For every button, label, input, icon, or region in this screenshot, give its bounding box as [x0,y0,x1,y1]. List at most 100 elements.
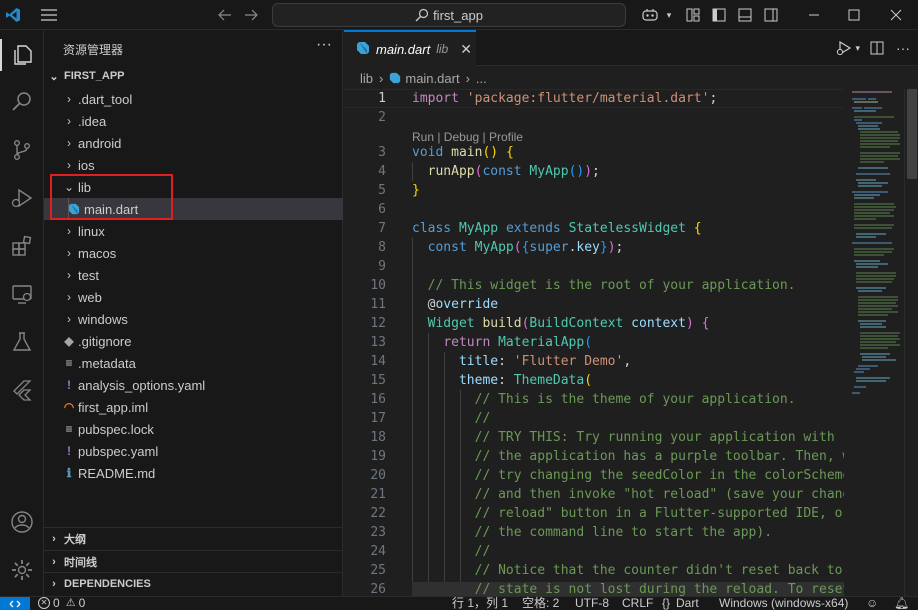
tree-item-first-app-iml[interactable]: ◠ first_app.iml [44,396,343,418]
title-bar: first_app ▾ [0,0,918,30]
tree-item-pubspec-yaml[interactable]: ! pubspec.yaml [44,440,343,462]
code-line: 2 [344,108,844,127]
run-debug-icon[interactable] [0,178,44,218]
dependencies-section-header[interactable]: › DEPENDENCIES [44,573,343,595]
toggle-secondary-sidebar-icon[interactable] [762,0,780,30]
chevron-right-icon: › [67,224,71,238]
tree-item-gitignore[interactable]: ◆ .gitignore [44,330,343,352]
line-ending[interactable]: CRLF [622,596,653,610]
editor-scrollbar[interactable] [904,89,918,596]
account-icon[interactable] [0,502,44,542]
back-arrow-icon[interactable] [215,0,235,30]
explorer-root-header[interactable]: ⌄ FIRST_APP [44,65,343,87]
encoding[interactable]: UTF-8 [575,596,609,610]
tree-item-pubspec-lock[interactable]: ≡ pubspec.lock [44,418,343,440]
chevron-right-icon: › [52,578,56,590]
code-line: 16 // This is the theme of your applicat… [344,390,844,409]
feedback-icon[interactable]: ☺ [866,596,878,610]
chevron-right-icon: › [67,290,71,304]
search-view-icon[interactable] [0,82,44,122]
tree-item-label: first_app.iml [78,399,149,415]
menu-icon[interactable] [38,0,60,30]
forward-arrow-icon[interactable] [241,0,261,30]
more-actions-icon[interactable]: ··· [316,36,332,54]
tree-item-label: linux [78,223,105,239]
flutter-device[interactable]: Windows (windows-x64) [719,596,848,610]
breadcrumb: lib › main.dart › ... [360,67,487,89]
scrollbar-thumb[interactable] [907,89,917,179]
tree-item-web[interactable]: › web [44,286,343,308]
split-editor-icon[interactable] [870,41,884,55]
minimap[interactable] [844,89,904,596]
code-line: 11 @override [344,295,844,314]
problems-indicator[interactable]: ✕ 0 ⚠ 0 [38,596,85,610]
more-actions-icon[interactable]: ··· [896,40,910,56]
codelens-run-debug-profile[interactable]: Run | Debug | Profile [412,130,523,144]
line-number: 10 [370,278,386,293]
tree-item-analysis-options-yaml[interactable]: ! analysis_options.yaml [44,374,343,396]
minimize-icon[interactable] [800,0,828,30]
tab-close-icon[interactable]: ✕ [460,41,472,58]
code-line: 10 // This widget is the root of your ap… [344,276,844,295]
maximize-icon[interactable] [840,0,868,30]
tree-item-macos[interactable]: › macos [44,242,343,264]
dart-file-icon [356,41,370,58]
tree-item-metadata[interactable]: ≡ .metadata [44,352,343,374]
code-line: 9 [344,257,844,276]
tree-item-ios[interactable]: › ios [44,154,343,176]
error-icon: ✕ [38,597,50,609]
breadcrumb-lib[interactable]: lib [360,71,373,86]
close-window-icon[interactable] [882,0,910,30]
notifications-bell-icon[interactable]: 🔔︎ [894,596,909,610]
highlight-box [50,174,173,220]
language-mode[interactable]: {} Dart [662,596,699,610]
line-number: 16 [370,392,386,407]
explorer-icon[interactable] [0,35,44,75]
breadcrumb-symbol[interactable]: ... [476,71,487,86]
source-control-icon[interactable] [0,130,44,170]
command-center-search[interactable]: first_app [272,3,626,27]
extensions-icon[interactable] [0,226,44,266]
line-number: 23 [370,525,386,540]
line-number: 20 [370,468,386,483]
editor-area: main.dart lib ✕ ▾ ··· lib › main.dart › … [344,30,918,596]
remote-explorer-icon[interactable] [0,274,44,314]
code-line: 25 // Notice that the counter didn't res… [344,561,844,580]
breadcrumb-separator-icon: › [379,70,384,86]
indentation[interactable]: 空格: 2 [522,596,559,610]
line-number: 3 [378,145,386,160]
breadcrumb-main-dart[interactable]: main.dart [405,71,459,86]
run-debug-menu-icon[interactable]: ▾ [836,40,860,56]
code-line: 18 // TRY THIS: Try running your applica… [344,428,850,447]
testing-icon[interactable] [0,322,44,362]
timeline-section-header[interactable]: › 时间线 [44,551,343,573]
cursor-position[interactable]: 行 1，列 1 [452,596,508,610]
flutter-icon[interactable] [0,370,44,410]
toggle-sidebar-icon[interactable] [710,0,728,30]
tree-item-idea[interactable]: › .idea [44,110,343,132]
toggle-panel-icon[interactable] [736,0,754,30]
copilot-dropdown-icon[interactable]: ▾ [664,0,674,30]
code-line: 22 // reload" button in a Flutter-suppor… [344,504,850,523]
line-number: 14 [370,354,386,369]
tree-item-readme-md[interactable]: ℹ README.md [44,462,343,484]
timeline-label: 时间线 [64,557,97,569]
customize-layout-icon[interactable] [684,0,702,30]
code-line: 15 theme: ThemeData( [344,371,844,390]
line-number: 22 [370,506,386,521]
manage-gear-icon[interactable] [0,550,44,590]
code-line: 23 // the command line to start the app)… [344,523,844,542]
outline-section-header[interactable]: › 大纲 [44,528,343,550]
tree-item-android[interactable]: › android [44,132,343,154]
tree-item-linux[interactable]: › linux [44,220,343,242]
remote-indicator-icon[interactable] [0,597,30,610]
tree-item-test[interactable]: › test [44,264,343,286]
tree-item-windows[interactable]: › windows [44,308,343,330]
tab-main-dart[interactable]: main.dart lib ✕ [344,30,476,66]
code-line: 1 import 'package:flutter/material.dart'; [344,89,844,108]
code-editor[interactable]: 1 import 'package:flutter/material.dart';… [344,89,918,596]
search-text: first_app [433,7,483,23]
copilot-icon[interactable] [638,0,662,30]
code-line: 12 Widget build(BuildContext context) { [344,314,844,333]
tree-item-dart-tool[interactable]: › .dart_tool [44,88,343,110]
